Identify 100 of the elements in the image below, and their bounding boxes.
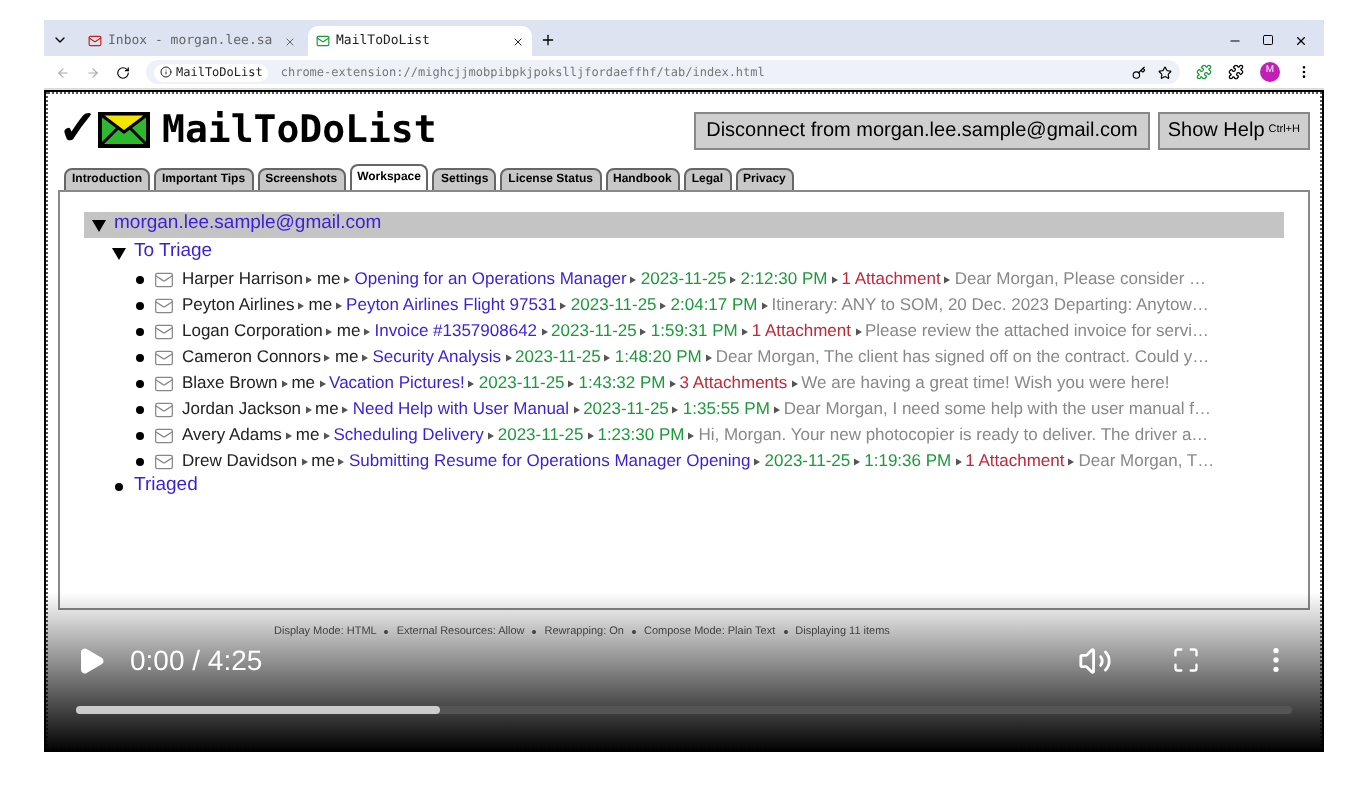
reload-icon[interactable] (116, 65, 130, 79)
separator-icon (754, 457, 761, 465)
recipient: me (295, 422, 320, 448)
attachment-count: 1 Attachment (965, 448, 1065, 474)
email-subject[interactable]: Invoice #1357908642 (374, 318, 538, 344)
expanded-triangle-icon[interactable] (92, 218, 106, 232)
bullet-icon (136, 457, 144, 465)
email-time: 1:48:20 PM (614, 344, 702, 370)
tab-list-icon[interactable] (52, 32, 68, 48)
bullet-icon (136, 275, 144, 283)
email-time: 2:12:30 PM (740, 266, 828, 292)
separator-icon (364, 327, 371, 335)
volume-icon[interactable] (1078, 643, 1112, 677)
separator-icon (487, 431, 494, 439)
separator-icon (640, 327, 647, 335)
envelope-icon (154, 425, 174, 445)
close-icon[interactable] (1294, 34, 1308, 48)
separator-icon (573, 405, 580, 413)
sender: Logan Corporation (182, 318, 323, 344)
envelope-icon (154, 373, 174, 393)
email-subject[interactable]: Peyton Airlines Flight 97531 (346, 292, 557, 318)
separator-icon (791, 379, 798, 387)
bullet-icon (136, 379, 144, 387)
envelope-icon (154, 399, 174, 419)
email-snippet: Dear Morgan, The client has signed off on the contract. Could y… (715, 344, 1210, 370)
separator-icon (468, 379, 475, 387)
attachment-count: 1 Attachment (751, 318, 851, 344)
account-row[interactable]: morgan.lee.sample@gmail.com (84, 212, 1284, 238)
star-icon[interactable] (1158, 65, 1172, 79)
email-subject[interactable]: Vacation Pictures! (329, 370, 465, 396)
email-snippet: Dear Morgan, I need some help with the user manual f… (783, 396, 1211, 422)
envelope-icon (154, 321, 174, 341)
sender: Avery Adams (182, 422, 282, 448)
email-snippet: Itinerary: ANY to SOM, 20 Dec. 2023 Departing: Anytow… (771, 292, 1209, 318)
separator-icon (323, 431, 330, 439)
separator-icon (604, 353, 611, 361)
separator-icon (319, 379, 326, 387)
separator-icon (560, 301, 567, 309)
recipient: me (311, 448, 335, 474)
recipient: me (308, 292, 333, 318)
separator-icon (301, 457, 308, 465)
separator-icon (705, 353, 712, 361)
bullet-icon[interactable] (112, 480, 126, 494)
email-subject[interactable]: Security Analysis (372, 344, 502, 370)
info-icon (160, 66, 172, 78)
fullscreen-icon[interactable] (1172, 646, 1200, 674)
play-icon[interactable] (76, 645, 106, 675)
separator-icon (324, 353, 331, 361)
minimize-icon[interactable] (1228, 34, 1242, 48)
separator-icon (669, 379, 676, 387)
separator-icon (730, 275, 737, 283)
recipient: me (291, 370, 316, 396)
separator-icon (541, 327, 548, 335)
attachment-count: 3 Attachments (679, 370, 788, 396)
recipient: me (315, 396, 339, 422)
maximize-icon[interactable] (1262, 34, 1274, 46)
separator-icon (955, 457, 962, 465)
disconnect-button[interactable]: Disconnect from morgan.lee.sample@gmail.com (694, 111, 1150, 149)
envelope-logo-icon (98, 112, 150, 148)
separator-icon (854, 457, 861, 465)
account-email[interactable]: morgan.lee.sample@gmail.com (114, 210, 382, 240)
sender: Harper Harrison (182, 266, 303, 292)
separator-icon (298, 301, 305, 309)
separator-icon (362, 353, 369, 361)
key-icon[interactable] (1132, 65, 1146, 79)
email-date: 2023-11-25 (583, 396, 669, 422)
separator-icon (831, 275, 838, 283)
puzzle-icon[interactable] (1228, 64, 1244, 80)
close-icon[interactable] (512, 35, 524, 47)
sender: Drew Davidson (182, 448, 298, 474)
extension-icon[interactable] (1196, 64, 1212, 80)
expanded-triangle-icon[interactable] (112, 246, 126, 260)
folder-label[interactable]: To Triage (134, 238, 213, 268)
recipient: me (336, 318, 361, 344)
attachment-count: 1 Attachment (841, 266, 941, 292)
separator-icon (741, 327, 748, 335)
recipient: me (334, 344, 359, 370)
bullet-icon (136, 327, 144, 335)
email-date: 2023-11-25 (764, 448, 851, 474)
email-date: 2023-11-25 (640, 266, 727, 292)
separator-icon (855, 327, 861, 335)
separator-icon (1068, 457, 1075, 465)
envelope-icon (154, 295, 174, 315)
email-subject[interactable]: Scheduling Delivery (333, 422, 484, 448)
separator-icon (660, 301, 667, 309)
email-subject[interactable]: Submitting Resume for Operations Manager Opening (348, 448, 751, 474)
email-subject[interactable]: Need Help with User Manual (352, 396, 570, 422)
email-time: 1:59:31 PM (650, 318, 738, 344)
separator-icon (344, 275, 351, 283)
folder-label[interactable]: Triaged (134, 472, 198, 502)
new-tab-icon[interactable] (540, 32, 556, 48)
separator-icon (505, 353, 512, 361)
email-snippet: Please review the attached invoice for servi… (865, 318, 1209, 344)
separator-icon (944, 275, 951, 283)
email-subject[interactable]: Opening for an Operations Manager (354, 266, 627, 292)
separator-icon (336, 301, 343, 309)
progress-track[interactable] (76, 706, 1292, 714)
email-snippet: Hi, Morgan. Your new photocopier is ready to deliver. The driver a… (698, 422, 1209, 448)
sender: Blaxe Brown (182, 370, 278, 396)
sender: Cameron Connors (182, 344, 321, 370)
